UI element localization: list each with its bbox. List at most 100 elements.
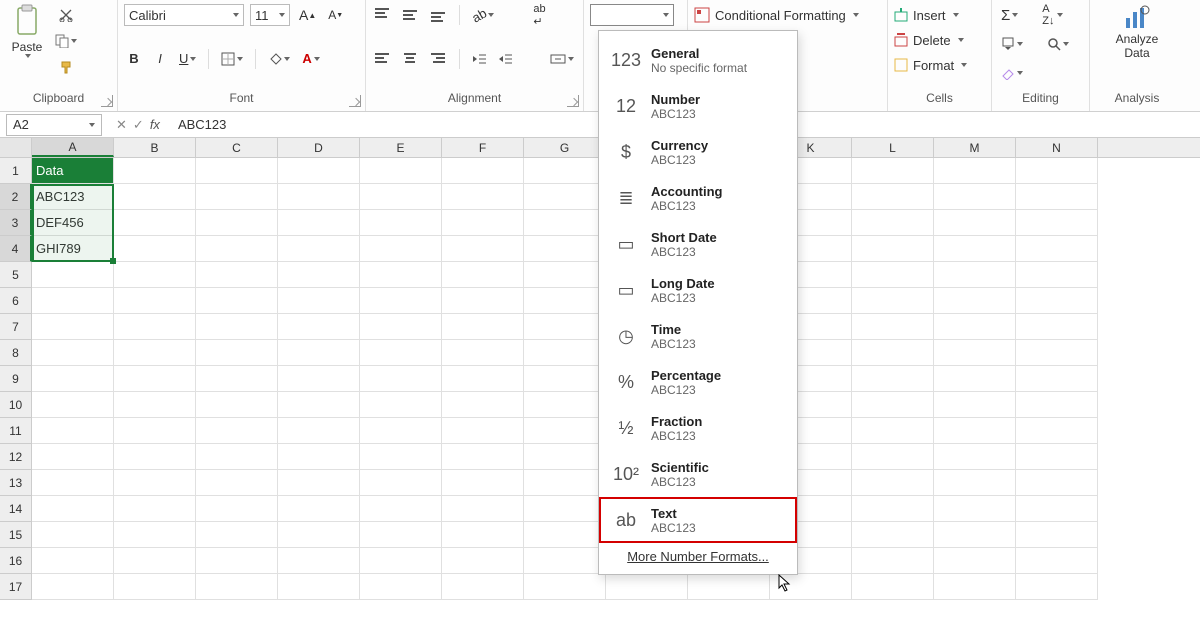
cell-M1[interactable] — [934, 158, 1016, 184]
cell-C4[interactable] — [196, 236, 278, 262]
format-option-number[interactable]: 12NumberABC123 — [599, 83, 797, 129]
enter-formula-icon[interactable]: ✓ — [133, 117, 144, 133]
cell-F2[interactable] — [442, 184, 524, 210]
dialog-launcher-clipboard[interactable] — [101, 95, 113, 107]
cell-M16[interactable] — [934, 548, 1016, 574]
cell-L14[interactable] — [852, 496, 934, 522]
cell-N14[interactable] — [1016, 496, 1098, 522]
cell-B7[interactable] — [114, 314, 196, 340]
wrap-text-button[interactable]: ab↵ — [529, 4, 549, 26]
cell-F5[interactable] — [442, 262, 524, 288]
cell-N10[interactable] — [1016, 392, 1098, 418]
cell-E11[interactable] — [360, 418, 442, 444]
cell-D4[interactable] — [278, 236, 360, 262]
clear-button[interactable] — [998, 62, 1026, 84]
cell-A1[interactable]: Data — [32, 158, 114, 184]
cell-G13[interactable] — [524, 470, 606, 496]
cell-A4[interactable]: GHI789 — [32, 236, 114, 262]
cell-N17[interactable] — [1016, 574, 1098, 600]
cell-M5[interactable] — [934, 262, 1016, 288]
cell-C9[interactable] — [196, 366, 278, 392]
cell-E3[interactable] — [360, 210, 442, 236]
cell-F7[interactable] — [442, 314, 524, 340]
font-size-combo[interactable]: 11 — [250, 4, 290, 26]
cell-L1[interactable] — [852, 158, 934, 184]
cell-G11[interactable] — [524, 418, 606, 444]
bold-button[interactable]: B — [124, 48, 144, 70]
cell-N2[interactable] — [1016, 184, 1098, 210]
cell-L17[interactable] — [852, 574, 934, 600]
cell-D11[interactable] — [278, 418, 360, 444]
column-header-D[interactable]: D — [278, 138, 360, 157]
cell-F1[interactable] — [442, 158, 524, 184]
insert-cells-button[interactable]: Insert — [894, 4, 985, 26]
cell-B10[interactable] — [114, 392, 196, 418]
cell-J17[interactable] — [688, 574, 770, 600]
find-select-button[interactable] — [1044, 33, 1072, 55]
number-format-combo[interactable] — [590, 4, 674, 26]
italic-button[interactable]: I — [150, 48, 170, 70]
cell-N8[interactable] — [1016, 340, 1098, 366]
cell-C7[interactable] — [196, 314, 278, 340]
column-header-C[interactable]: C — [196, 138, 278, 157]
format-cells-button[interactable]: Format — [894, 54, 985, 76]
cell-F11[interactable] — [442, 418, 524, 444]
cell-D1[interactable] — [278, 158, 360, 184]
cell-M10[interactable] — [934, 392, 1016, 418]
cell-M3[interactable] — [934, 210, 1016, 236]
fill-color-button[interactable] — [265, 48, 293, 70]
cell-D14[interactable] — [278, 496, 360, 522]
cell-D10[interactable] — [278, 392, 360, 418]
cell-C3[interactable] — [196, 210, 278, 236]
cell-17[interactable] — [606, 574, 688, 600]
cell-G8[interactable] — [524, 340, 606, 366]
format-option-short-date[interactable]: ▭Short DateABC123 — [599, 221, 797, 267]
format-option-fraction[interactable]: ½FractionABC123 — [599, 405, 797, 451]
cell-F9[interactable] — [442, 366, 524, 392]
row-header-3[interactable]: 3 — [0, 210, 32, 236]
cell-C6[interactable] — [196, 288, 278, 314]
cell-N4[interactable] — [1016, 236, 1098, 262]
cell-L3[interactable] — [852, 210, 934, 236]
dialog-launcher-font[interactable] — [349, 95, 361, 107]
cell-E7[interactable] — [360, 314, 442, 340]
cell-A2[interactable]: ABC123 — [32, 184, 114, 210]
format-option-accounting[interactable]: ≣AccountingABC123 — [599, 175, 797, 221]
format-option-currency[interactable]: $CurrencyABC123 — [599, 129, 797, 175]
cell-C10[interactable] — [196, 392, 278, 418]
cell-F10[interactable] — [442, 392, 524, 418]
cell-N7[interactable] — [1016, 314, 1098, 340]
cell-A11[interactable] — [32, 418, 114, 444]
cell-F13[interactable] — [442, 470, 524, 496]
cell-L6[interactable] — [852, 288, 934, 314]
cell-L8[interactable] — [852, 340, 934, 366]
align-center-button[interactable] — [400, 48, 422, 70]
column-header-L[interactable]: L — [852, 138, 934, 157]
cell-N12[interactable] — [1016, 444, 1098, 470]
cell-E5[interactable] — [360, 262, 442, 288]
borders-button[interactable] — [218, 48, 246, 70]
cell-B14[interactable] — [114, 496, 196, 522]
cell-C13[interactable] — [196, 470, 278, 496]
underline-button[interactable]: U — [176, 48, 199, 70]
cell-C17[interactable] — [196, 574, 278, 600]
font-name-combo[interactable]: Calibri — [124, 4, 244, 26]
format-option-long-date[interactable]: ▭Long DateABC123 — [599, 267, 797, 313]
align-middle-button[interactable] — [400, 4, 422, 26]
more-number-formats-link[interactable]: More Number Formats... — [599, 543, 797, 566]
cell-A17[interactable] — [32, 574, 114, 600]
row-header-11[interactable]: 11 — [0, 418, 32, 444]
cell-G6[interactable] — [524, 288, 606, 314]
row-header-16[interactable]: 16 — [0, 548, 32, 574]
cell-D16[interactable] — [278, 548, 360, 574]
cell-C8[interactable] — [196, 340, 278, 366]
cell-B9[interactable] — [114, 366, 196, 392]
column-header-M[interactable]: M — [934, 138, 1016, 157]
cell-M2[interactable] — [934, 184, 1016, 210]
cell-F16[interactable] — [442, 548, 524, 574]
cell-G10[interactable] — [524, 392, 606, 418]
cell-G12[interactable] — [524, 444, 606, 470]
cell-E16[interactable] — [360, 548, 442, 574]
cell-N16[interactable] — [1016, 548, 1098, 574]
cell-M11[interactable] — [934, 418, 1016, 444]
